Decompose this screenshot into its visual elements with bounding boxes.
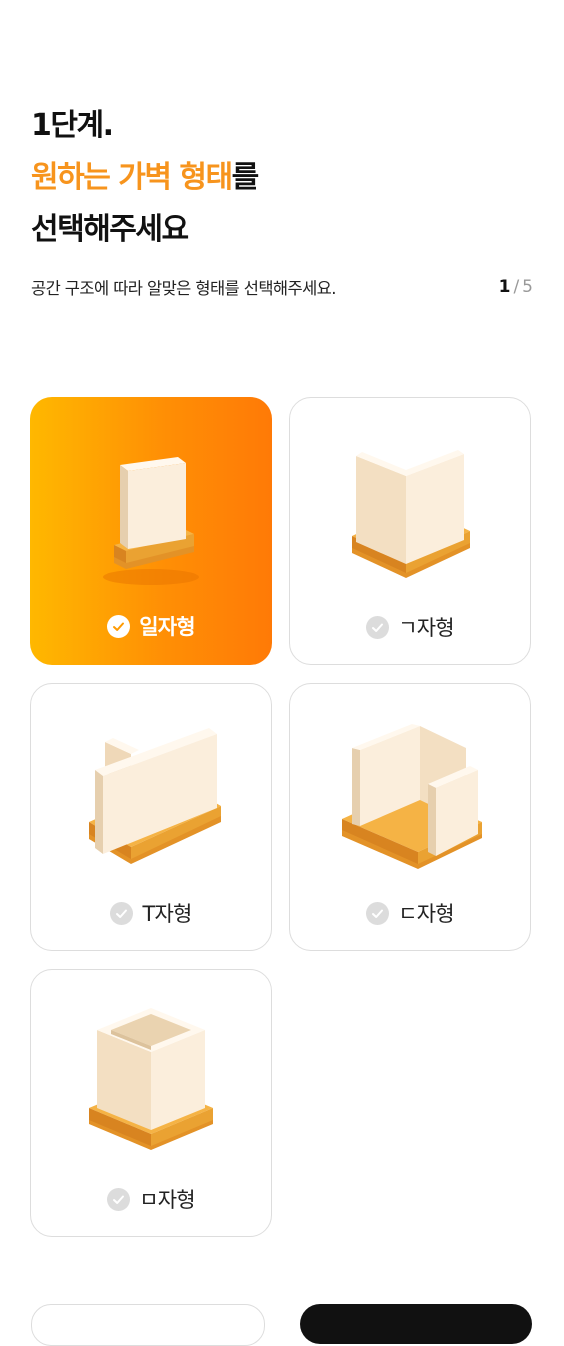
option-label: ㄷ자형 — [398, 902, 454, 926]
option-label-row: ㄱ자형 — [290, 610, 530, 644]
title-rest: 를 — [231, 160, 260, 195]
l-shape-wall-illustration — [352, 450, 470, 578]
title-highlight: 원하는 가벽 형태 — [31, 160, 233, 195]
option-label-row: T자형 — [31, 896, 271, 930]
option-card-box-shape[interactable]: ㅁ자형 — [30, 969, 272, 1237]
step-label: 1단계. — [31, 108, 114, 143]
option-label: ㄱ자형 — [398, 616, 454, 640]
check-icon — [107, 614, 131, 638]
option-label-row: 일자형 — [30, 609, 272, 643]
option-label-row: ㅁ자형 — [31, 1182, 271, 1216]
option-card-l-shape[interactable]: ㄱ자형 — [289, 397, 531, 665]
option-label-row: ㄷ자형 — [290, 896, 530, 930]
option-label: 일자형 — [139, 615, 195, 639]
check-icon — [107, 1187, 131, 1211]
u-shape-wall-illustration — [342, 724, 482, 869]
next-button[interactable] — [300, 1304, 532, 1344]
option-label: ㅁ자형 — [139, 1188, 195, 1212]
straight-wall-illustration — [103, 457, 199, 585]
progress-total: 5 — [522, 277, 533, 297]
check-icon — [110, 901, 134, 925]
progress-current: 1 — [498, 277, 511, 297]
check-icon — [366, 901, 390, 925]
option-label: T자형 — [142, 902, 192, 926]
option-card-straight[interactable]: 일자형 — [30, 397, 272, 665]
box-shape-wall-illustration — [89, 1008, 213, 1150]
page-title-line3: 선택해주세요 — [31, 212, 189, 247]
page-title-line2: 원하는 가벽 형태를 — [31, 152, 533, 204]
t-shape-wall-illustration — [89, 728, 221, 864]
page-subtitle: 공간 구조에 따라 알맞은 형태를 선택해주세요. — [31, 279, 336, 298]
progress-separator: / — [513, 277, 520, 297]
check-icon — [366, 615, 390, 639]
option-card-t-shape[interactable]: T자형 — [30, 683, 272, 951]
option-card-u-shape[interactable]: ㄷ자형 — [289, 683, 531, 951]
step-progress: 1/5 — [499, 277, 533, 297]
page-header: 1단계. 원하는 가벽 형태를 선택해주세요 — [31, 100, 533, 256]
subtitle-row: 공간 구조에 따라 알맞은 형태를 선택해주세요. 1/5 — [31, 274, 533, 300]
previous-button[interactable] — [31, 1304, 265, 1346]
